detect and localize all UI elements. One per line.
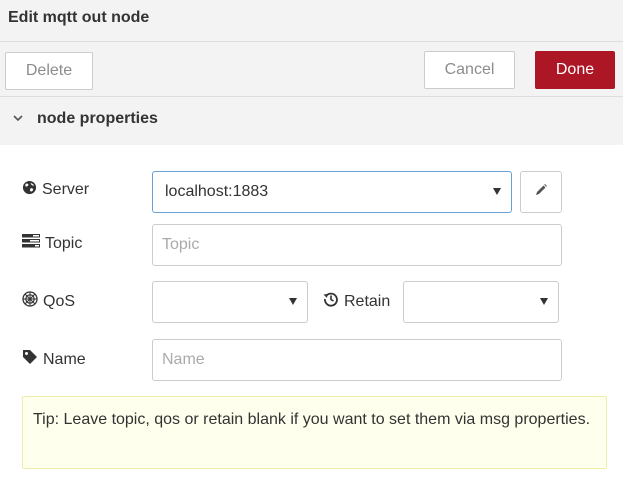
cancel-button[interactable]: Cancel xyxy=(424,51,515,89)
dialog-title: Edit mqtt out node xyxy=(8,9,150,26)
topic-label-text: Topic xyxy=(45,234,83,252)
topic-placeholder: Topic xyxy=(162,236,200,253)
server-label-text: Server xyxy=(42,181,90,198)
edit-server-button[interactable] xyxy=(520,171,562,213)
dialog-titlebar: Edit mqtt out node xyxy=(0,0,623,42)
name-label-text: Name xyxy=(43,350,86,368)
name-label: Name xyxy=(22,349,86,370)
caret-down-icon xyxy=(289,298,297,305)
empire-icon xyxy=(22,291,38,312)
done-button[interactable]: Done xyxy=(535,51,615,89)
retain-select[interactable] xyxy=(403,281,559,323)
server-select-value: localhost:1883 xyxy=(165,183,269,200)
history-icon xyxy=(323,291,339,312)
caret-down-icon xyxy=(540,298,548,305)
node-properties-header[interactable]: node properties xyxy=(0,97,623,145)
name-placeholder: Name xyxy=(162,351,205,368)
chevron-down-icon xyxy=(11,111,25,125)
section-label: node properties xyxy=(37,110,158,127)
tasks-icon xyxy=(22,234,40,253)
qos-label-text: QoS xyxy=(43,292,76,310)
topic-input[interactable]: Topic xyxy=(152,224,562,266)
server-label: Server xyxy=(22,180,89,200)
name-input[interactable]: Name xyxy=(152,339,562,381)
qos-label: QoS xyxy=(22,291,75,312)
tip-box: Tip: Leave topic, qos or retain blank if… xyxy=(22,396,607,469)
retain-label-text: Retain xyxy=(344,292,391,310)
retain-label: Retain xyxy=(323,291,390,312)
tag-icon xyxy=(22,349,38,370)
server-select[interactable]: localhost:1883 xyxy=(152,171,512,213)
qos-select[interactable] xyxy=(152,281,308,323)
delete-button[interactable]: Delete xyxy=(5,52,93,90)
topic-label: Topic xyxy=(22,234,82,253)
caret-down-icon xyxy=(493,188,501,195)
pencil-icon xyxy=(534,183,548,202)
tip-text: Tip: Leave topic, qos or retain blank if… xyxy=(33,411,591,428)
dialog-toolbar: Delete Cancel Done xyxy=(0,42,623,97)
globe-icon xyxy=(22,180,37,200)
